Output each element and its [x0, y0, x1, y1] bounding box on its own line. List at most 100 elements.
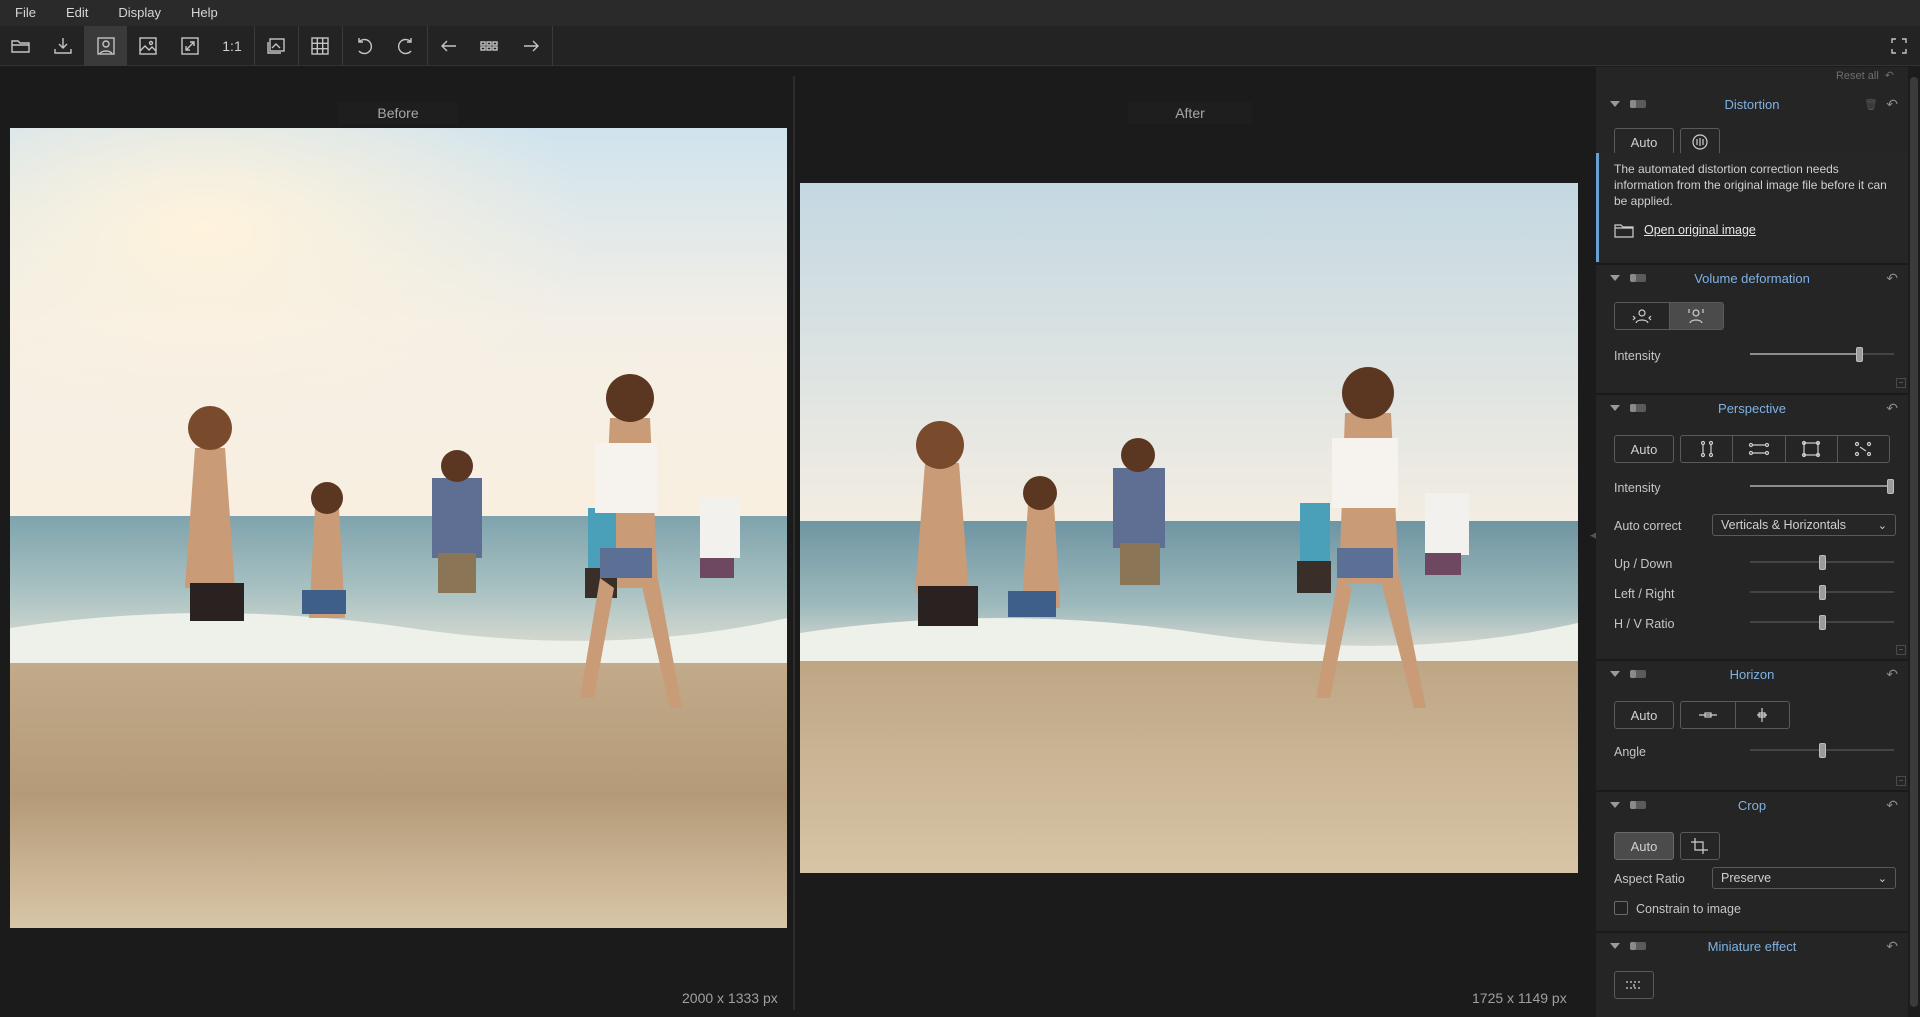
horizon-vertical-icon [1757, 708, 1768, 722]
collapse-square-icon[interactable]: − [1896, 776, 1906, 786]
compare-divider[interactable] [793, 76, 795, 1010]
perspective-intensity-slider[interactable] [1750, 479, 1894, 494]
fit-icon[interactable] [169, 26, 211, 66]
slider-knob[interactable] [1887, 479, 1894, 494]
horizon-title: Horizon [1729, 666, 1775, 682]
horizon-header[interactable]: Horizon ↶ [1596, 661, 1908, 687]
collapse-square-icon[interactable]: − [1896, 378, 1906, 388]
distortion-auto-button[interactable]: Auto [1614, 128, 1674, 156]
volume-reset-icon[interactable]: ↶ [1886, 270, 1898, 287]
compare-icon[interactable] [255, 26, 297, 66]
export-icon[interactable] [42, 26, 84, 66]
next-icon[interactable] [510, 26, 552, 66]
menu-bar: File Edit Display Help [0, 0, 1920, 26]
before-label: Before [338, 102, 458, 124]
crop-reset-icon[interactable]: ↶ [1886, 797, 1898, 814]
toolbar: 1:1 [0, 26, 1920, 66]
distortion-info-text: The automated distortion correction need… [1614, 162, 1887, 208]
chevron-down-icon: ⌄ [1877, 520, 1887, 532]
grid-icon[interactable] [299, 26, 341, 66]
volume-mode-selector [1614, 302, 1724, 330]
menu-display[interactable]: Display [103, 0, 176, 26]
thumbnails-icon[interactable] [468, 26, 510, 66]
fullscreen-icon[interactable] [1878, 26, 1920, 66]
one-to-one-icon[interactable]: 1:1 [211, 26, 253, 66]
miniature-title: Miniature effect [1707, 938, 1797, 954]
rotate-right-icon[interactable] [385, 26, 427, 66]
perspective-horizontal-button[interactable] [1733, 436, 1786, 462]
perspective-mode-selector [1680, 435, 1890, 463]
crop-auto-button[interactable]: Auto [1614, 832, 1674, 860]
left-right-label: Left / Right [1614, 587, 1675, 601]
up-down-slider[interactable] [1750, 555, 1894, 570]
panel-scrollbar[interactable] [1908, 67, 1920, 1017]
horizon-angle-slider[interactable] [1750, 743, 1894, 758]
previous-icon[interactable] [428, 26, 470, 66]
hv-ratio-slider[interactable] [1750, 615, 1894, 630]
volume-header[interactable]: Volume deformation ↶ [1596, 265, 1908, 291]
perspective-vertical-button[interactable] [1681, 436, 1734, 462]
miniature-header[interactable]: Miniature effect ↶ [1596, 933, 1908, 959]
perspective-title: Perspective [1718, 400, 1786, 416]
single-view-icon[interactable] [85, 26, 127, 66]
collapse-square-icon[interactable]: − [1896, 645, 1906, 655]
before-dimensions: 2000 x 1333 px [682, 990, 778, 1006]
slider-knob[interactable] [1818, 743, 1826, 758]
horizontal-lines-icon [1748, 442, 1769, 456]
after-image [800, 183, 1578, 873]
undo-icon: ↶ [1884, 70, 1894, 82]
horizon-level-button[interactable] [1681, 702, 1736, 728]
auto-correct-dropdown[interactable]: Verticals & Horizontals ⌄ [1712, 514, 1896, 536]
auto-correct-label: Auto correct [1614, 519, 1682, 533]
crop-icon [1691, 838, 1708, 854]
miniature-reset-icon[interactable]: ↶ [1886, 938, 1898, 955]
open-original-link[interactable]: Open original image [1614, 222, 1756, 238]
before-image [10, 128, 787, 928]
perspective-reset-icon[interactable]: ↶ [1886, 400, 1898, 417]
horizon-angle-label: Angle [1614, 745, 1646, 759]
after-label: After [1128, 102, 1252, 124]
aspect-ratio-dropdown[interactable]: Preserve ⌄ [1712, 867, 1896, 889]
slider-knob[interactable] [1855, 347, 1863, 362]
volume-intensity-slider[interactable] [1750, 347, 1894, 362]
horizon-mode-selector [1680, 701, 1790, 729]
perspective-rectangle-button[interactable] [1786, 436, 1838, 462]
image-icon[interactable] [127, 26, 169, 66]
vertical-lines-icon [1700, 440, 1713, 458]
constrain-label[interactable]: Constrain to image [1636, 902, 1741, 916]
slider-knob[interactable] [1818, 585, 1826, 600]
menu-file[interactable]: File [0, 0, 51, 26]
crop-header[interactable]: Crop ↶ [1596, 792, 1908, 818]
horizon-auto-button[interactable]: Auto [1614, 701, 1674, 729]
crop-tool-button[interactable] [1680, 832, 1720, 860]
perspective-points-button[interactable] [1838, 436, 1889, 462]
slider-knob[interactable] [1818, 555, 1826, 570]
hv-ratio-label: H / V Ratio [1614, 617, 1675, 631]
reset-all-button[interactable]: Reset all ↶ [1836, 69, 1894, 83]
correction-panel: Reset all ↶ Distortion 🗑 ↶ Auto The autom… [1596, 67, 1908, 1017]
perspective-header[interactable]: Perspective ↶ [1596, 395, 1908, 421]
rotate-left-icon[interactable] [343, 26, 385, 66]
horizon-reset-icon[interactable]: ↶ [1886, 666, 1898, 683]
menu-help[interactable]: Help [176, 0, 233, 26]
miniature-tool-button[interactable] [1614, 971, 1654, 999]
person-portrait-icon [1688, 309, 1704, 324]
left-right-slider[interactable] [1750, 585, 1894, 600]
volume-title: Volume deformation [1694, 270, 1810, 286]
chevron-down-icon: ⌄ [1877, 873, 1887, 885]
perspective-auto-button[interactable]: Auto [1614, 435, 1674, 463]
menu-edit[interactable]: Edit [51, 0, 103, 26]
volume-mode-portrait[interactable] [1669, 303, 1723, 329]
open-folder-icon[interactable] [0, 26, 42, 66]
volume-mode-horizontal[interactable] [1615, 303, 1670, 329]
distortion-reset-icon[interactable]: ↶ [1886, 96, 1898, 113]
constrain-checkbox[interactable] [1614, 901, 1628, 915]
distortion-lens-button[interactable] [1680, 128, 1720, 156]
crop-title: Crop [1737, 797, 1767, 813]
slider-knob[interactable] [1818, 615, 1826, 630]
distortion-info-box: The automated distortion correction need… [1596, 153, 1908, 262]
scrollbar-thumb[interactable] [1910, 77, 1918, 1007]
distortion-header[interactable]: Distortion 🗑 ↶ [1596, 91, 1908, 117]
horizon-vertical-button[interactable] [1736, 702, 1790, 728]
trash-icon[interactable]: 🗑 [1864, 98, 1878, 111]
